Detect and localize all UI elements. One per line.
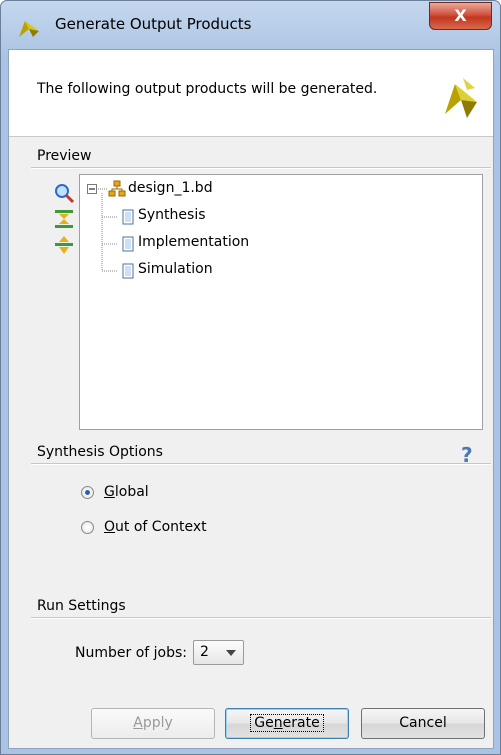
file-icon	[122, 263, 134, 279]
dialog-window: Generate Output Products X The following…	[0, 0, 501, 755]
tree-item-implementation[interactable]: Implementation	[138, 234, 249, 250]
header-banner: The following output products will be ge…	[9, 50, 493, 137]
search-icon[interactable]	[53, 182, 75, 204]
radio-out-of-context[interactable]: Out of Context	[81, 519, 207, 535]
window-title: Generate Output Products	[55, 15, 252, 33]
dialog-content: The following output products will be ge…	[8, 49, 494, 749]
expand-all-icon[interactable]	[53, 234, 75, 256]
hierarchy-icon	[108, 180, 126, 197]
synthesis-options-label: Synthesis Options	[37, 444, 163, 460]
collapse-all-icon[interactable]	[53, 208, 75, 230]
file-icon	[122, 236, 134, 252]
generate-button-label: Generate	[250, 714, 324, 732]
apply-button[interactable]: Apply	[91, 708, 215, 739]
generate-button[interactable]: Generate	[225, 708, 349, 739]
title-bar[interactable]: Generate Output Products X	[1, 1, 500, 49]
jobs-setting: Number of jobs: 2	[75, 640, 244, 665]
cancel-button[interactable]: Cancel	[361, 708, 485, 739]
chevron-down-icon	[226, 650, 236, 656]
file-icon	[122, 209, 134, 225]
tree-root-label[interactable]: design_1.bd	[128, 180, 213, 196]
jobs-select[interactable]: 2	[193, 640, 244, 665]
preview-section-label: Preview	[37, 148, 92, 164]
jobs-select-value: 2	[200, 644, 209, 660]
minus-box-icon[interactable]	[87, 184, 97, 194]
synthesis-options-divider	[31, 463, 491, 465]
radio-out-of-context-label: Out of Context	[104, 519, 207, 535]
tree-item-simulation[interactable]: Simulation	[138, 261, 213, 277]
vivado-logo-icon	[19, 21, 39, 37]
close-button[interactable]: X	[429, 2, 492, 30]
jobs-label: Number of jobs:	[75, 644, 187, 661]
radio-global[interactable]: Global	[81, 484, 149, 500]
run-settings-divider	[31, 617, 491, 619]
radio-out-of-context-indicator[interactable]	[81, 520, 94, 534]
run-settings-label: Run Settings	[37, 598, 126, 614]
preview-tree[interactable]: design_1.bd Synthesis Implementation Sim…	[79, 174, 483, 430]
radio-global-indicator[interactable]	[81, 485, 94, 499]
radio-global-label: Global	[104, 484, 149, 500]
tree-item-synthesis[interactable]: Synthesis	[138, 207, 206, 223]
preview-divider	[31, 167, 491, 169]
vivado-logo-icon	[445, 78, 477, 118]
header-message: The following output products will be ge…	[37, 81, 378, 97]
